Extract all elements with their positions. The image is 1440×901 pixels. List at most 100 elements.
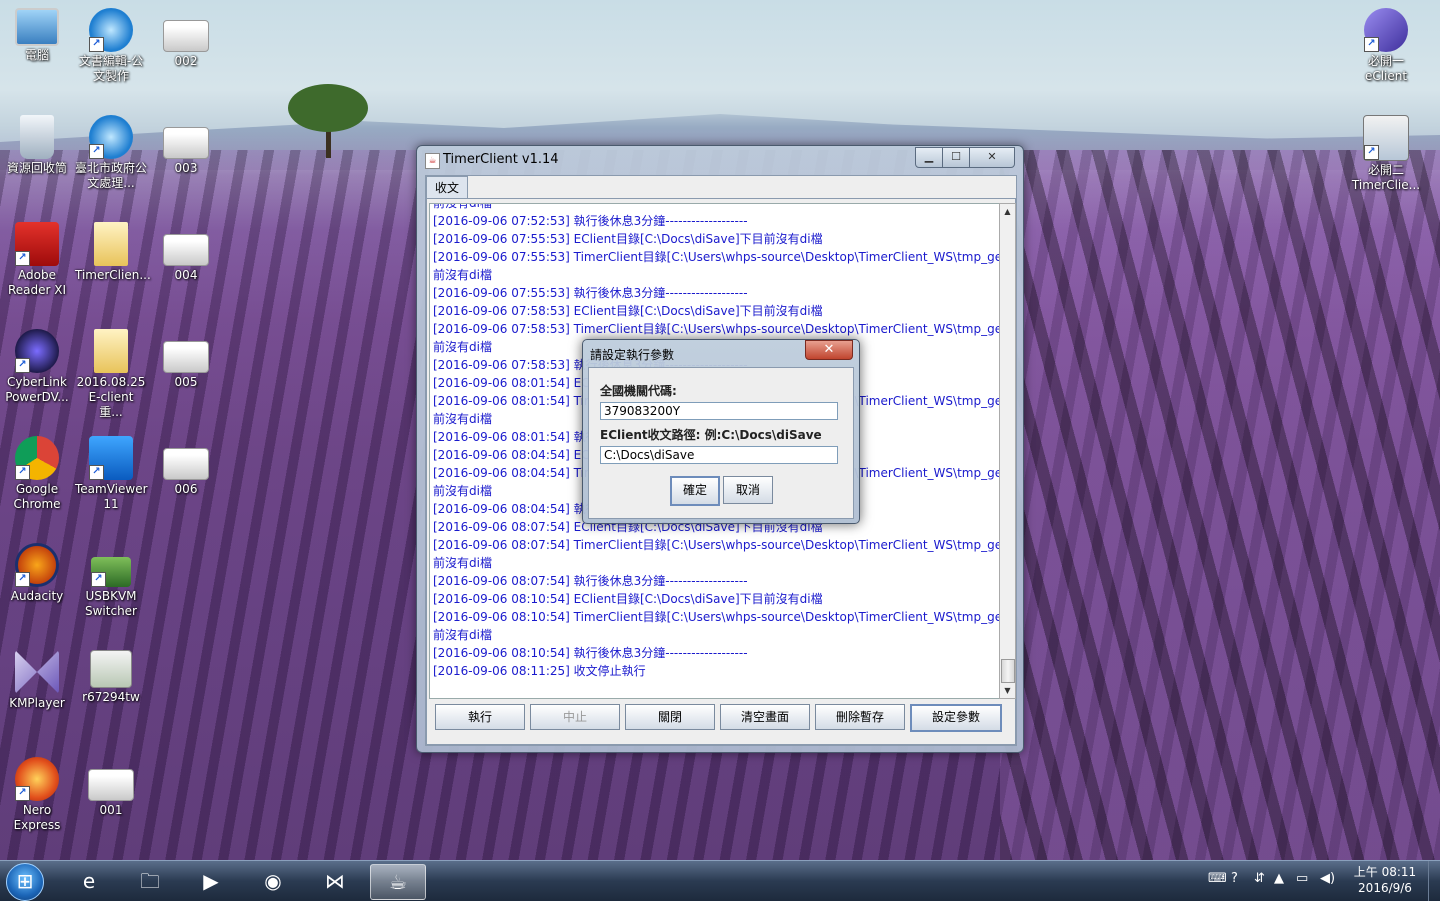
powerdvd-icon: ↗: [15, 329, 59, 373]
desktop-icon-001[interactable]: 001: [75, 757, 147, 818]
desktop-icon-label: 004: [174, 268, 198, 282]
desktop-icon-005[interactable]: 005: [150, 329, 222, 390]
desktop-icon-eclient[interactable]: ↗ 必開一eClient: [1350, 8, 1422, 84]
desktop-icon-label: TimerClien...: [75, 268, 151, 282]
delete-temp-button[interactable]: 刪除暫存: [815, 704, 905, 730]
taskbar-chrome-icon[interactable]: ◉: [246, 864, 300, 898]
taskbar-media-player-icon[interactable]: ▶: [184, 864, 238, 898]
org-code-input[interactable]: [600, 402, 838, 420]
desktop-icon-computer[interactable]: 電腦: [1, 8, 73, 63]
wallpaper-lavender-rows-right: [1000, 150, 1440, 860]
desktop-icon-label: KMPlayer: [9, 696, 65, 710]
help-icon[interactable]: ?: [1231, 871, 1238, 886]
desktop-icon-002[interactable]: 002: [150, 8, 222, 69]
taskbar-internet-explorer-icon[interactable]: e: [62, 864, 116, 898]
image-file-icon: [88, 769, 134, 801]
chrome-icon: ↗: [15, 436, 59, 480]
close-button[interactable]: 關閉: [625, 704, 715, 730]
org-code-label: 全國機關代碼:: [600, 384, 677, 398]
desktop-icon-powerdvd[interactable]: ↗ CyberLink PowerDV...: [1, 329, 73, 405]
scroll-thumb[interactable]: [1001, 659, 1015, 683]
desktop-icon-003[interactable]: 003: [150, 115, 222, 176]
ok-button[interactable]: 確定: [670, 476, 720, 506]
cancel-button[interactable]: 取消: [723, 476, 773, 504]
image-file-icon: [163, 448, 209, 480]
settings-dialog: 請設定執行參數 ✕ 全國機關代碼: EClient收文路徑: 例:C:\Docs…: [582, 339, 860, 524]
log-line: [2016-09-06 08:10:54] 執行後休息3分鐘----------…: [433, 646, 748, 660]
volume-icon[interactable]: ◀): [1320, 871, 1335, 886]
keyboard-icon[interactable]: ⌨: [1208, 871, 1227, 886]
input-method-icon[interactable]: ⇵: [1254, 871, 1265, 886]
desktop-icon-label: Google Chrome: [13, 482, 61, 511]
desktop-icon-google-chrome[interactable]: ↗ Google Chrome: [1, 436, 73, 512]
desktop-icon-label: 必開一eClient: [1364, 54, 1408, 83]
taskbar-java-app-icon[interactable]: ☕: [370, 864, 426, 900]
teamviewer-icon: ↗: [89, 436, 133, 480]
system-clock[interactable]: 上午 08:11 2016/9/6: [1352, 864, 1418, 896]
desktop-icon-eclient-folder[interactable]: 2016.08.25 E-client 重...: [75, 329, 147, 420]
maximize-button[interactable]: ☐: [942, 147, 970, 168]
minimize-button[interactable]: ▁: [915, 147, 943, 168]
desktop-icon-label: USBKVM Switcher: [85, 589, 137, 618]
desktop-icon-label: 必開二 TimerClie...: [1351, 163, 1421, 192]
dialog-title: 請設定執行參數: [590, 348, 675, 362]
desktop-icon-teamviewer[interactable]: ↗ TeamViewer 11: [75, 436, 148, 512]
clear-screen-button[interactable]: 清空畫面: [720, 704, 810, 730]
settings-button[interactable]: 設定參數: [910, 704, 1002, 732]
desktop-icon-label: CyberLink PowerDV...: [5, 375, 69, 404]
desktop-icon-adobe-reader[interactable]: ↗ Adobe Reader XI: [1, 222, 73, 298]
desktop-icon-label: 001: [99, 803, 123, 817]
show-desktop-button[interactable]: [1428, 861, 1440, 901]
tab-receive[interactable]: 收文: [426, 176, 468, 199]
desktop-icon-taipei-gov[interactable]: ↗ 臺北市政府公文處理...: [75, 115, 147, 191]
desktop-icon-kmplayer[interactable]: KMPlayer: [1, 650, 73, 711]
desktop-icon-usbkvm[interactable]: ↗ USBKVM Switcher: [75, 543, 147, 619]
desktop-icon-006[interactable]: 006: [150, 436, 222, 497]
log-line: [2016-09-06 07:58:53] TimerClient目錄[C:\U…: [433, 322, 1003, 336]
desktop-icon-label: 文書編輯-公文製作: [78, 54, 144, 83]
taskbar-file-explorer-icon[interactable]: 🗀: [123, 864, 177, 898]
taskbar: ⊞ e 🗀 ▶ ◉ ⋈ ☕ ⌨ ? ⇵ ▲ ▭ ◀) 上午 08:11 2016…: [0, 860, 1440, 901]
wallpaper-tree: [288, 84, 368, 132]
desktop-icon-label: TeamViewer 11: [75, 482, 148, 511]
desktop-icon-nero-express[interactable]: ↗ Nero Express: [1, 757, 73, 833]
computer-icon: [15, 8, 59, 46]
desktop-icon-label: r67294tw: [82, 690, 140, 704]
scroll-down-arrow-icon[interactable]: ▼: [1000, 683, 1015, 698]
desktop-icon-recycle-bin[interactable]: 資源回收筒: [1, 115, 73, 176]
desktop-icon-label: 005: [174, 375, 198, 389]
show-hidden-icons-icon[interactable]: ▲: [1274, 871, 1284, 886]
close-window-button[interactable]: ✕: [969, 147, 1015, 168]
log-line: 前沒有di檔: [433, 556, 492, 570]
start-button[interactable]: ⊞: [6, 863, 44, 901]
log-line: [2016-09-06 07:55:53] TimerClient目錄[C:\U…: [433, 250, 1003, 264]
log-line: 前沒有di檔: [433, 203, 492, 210]
taskbar-kmplayer-icon[interactable]: ⋈: [308, 864, 362, 898]
network-icon[interactable]: ▭: [1296, 871, 1308, 886]
log-scrollbar[interactable]: ▲ ▼: [999, 203, 1016, 699]
run-button[interactable]: 執行: [435, 704, 525, 730]
desktop-icon-r67294tw[interactable]: r67294tw: [75, 650, 147, 705]
installer-icon: [90, 650, 132, 688]
path-input[interactable]: [600, 446, 838, 464]
log-line: [2016-09-06 07:52:53] 執行後休息3分鐘----------…: [433, 214, 748, 228]
dialog-close-button[interactable]: ✕: [805, 340, 853, 360]
settings-gear-icon: ↗: [1363, 115, 1409, 161]
desktop-icon-label: 003: [174, 161, 198, 175]
internet-explorer-icon: ↗: [89, 115, 133, 159]
image-file-icon: [163, 341, 209, 373]
desktop-icon-document-editor[interactable]: ↗ 文書編輯-公文製作: [75, 8, 147, 84]
desktop-icon-label: 002: [174, 54, 198, 68]
stop-button[interactable]: 中止: [530, 704, 620, 730]
usbkvm-icon: ↗: [91, 557, 131, 587]
desktop-icon-timerclient-folder[interactable]: TimerClien...: [75, 222, 151, 283]
desktop-icon-004[interactable]: 004: [150, 222, 222, 283]
desktop-icon-label: 電腦: [24, 48, 49, 62]
nero-icon: ↗: [15, 757, 59, 801]
desktop-icon-timerclient[interactable]: ↗ 必開二 TimerClie...: [1350, 115, 1422, 193]
folder-icon: [94, 329, 128, 373]
window-title: TimerClient v1.14: [443, 152, 559, 167]
scroll-up-arrow-icon[interactable]: ▲: [1000, 204, 1015, 219]
desktop-icon-audacity[interactable]: ↗ Audacity: [1, 543, 73, 604]
path-label: EClient收文路徑: 例:C:\Docs\diSave: [600, 428, 822, 442]
